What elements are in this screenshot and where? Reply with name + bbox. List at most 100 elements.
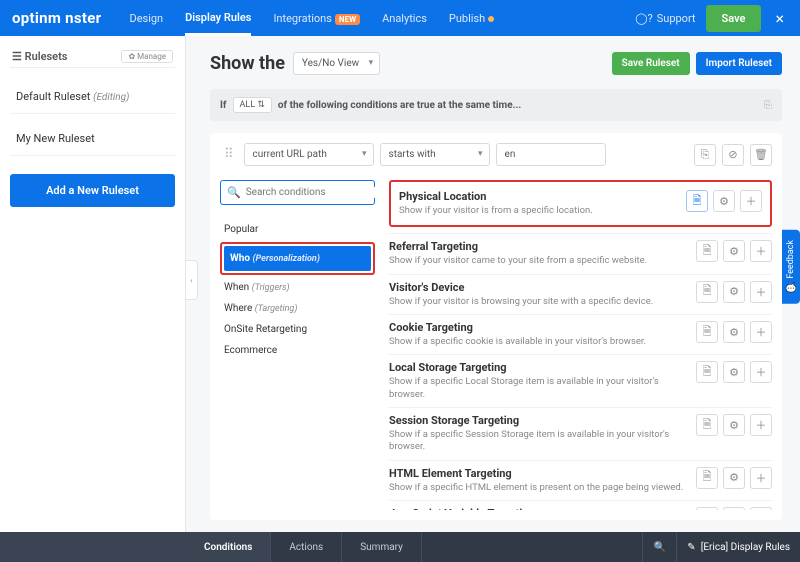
rule-row: ⠿ current URL path starts with en ⎘ ⊘ 🗑 <box>220 143 772 166</box>
search-conditions[interactable]: 🔍 <box>220 180 375 205</box>
manage-button[interactable]: ✿ Manage <box>121 50 173 63</box>
if-text: of the following conditions are true at … <box>278 100 521 111</box>
condition-title: Referral Targeting <box>389 240 688 253</box>
add-icon[interactable]: ＋ <box>750 467 772 489</box>
top-navigation: optinm nster Design Display Rules Integr… <box>0 0 800 36</box>
condition-item[interactable]: Session Storage Targeting Show if a speci… <box>389 407 772 460</box>
add-ruleset-button[interactable]: Add a New Ruleset <box>10 174 175 207</box>
condition-desc: Show if your visitor came to your site f… <box>389 255 688 267</box>
feedback-tab[interactable]: 💬Feedback <box>782 230 800 304</box>
docs-icon[interactable]: 🗎 <box>696 507 718 510</box>
chat-icon: 💬 <box>786 283 796 294</box>
gear-icon[interactable]: ⚙ <box>723 467 745 489</box>
if-label: If <box>220 100 227 111</box>
copy-group-icon[interactable]: ⎘ <box>764 100 772 111</box>
category-who[interactable]: Who (Personalization) <box>224 246 371 271</box>
condition-title: Cookie Targeting <box>389 321 688 334</box>
bottom-tab-summary[interactable]: Summary <box>342 532 422 562</box>
all-any-toggle[interactable]: ALL ⇅ <box>233 97 272 113</box>
rule-field-select[interactable]: current URL path <box>244 143 374 166</box>
ruleset-item-new[interactable]: My New Ruleset <box>10 122 175 156</box>
search-input[interactable] <box>246 187 379 198</box>
gear-icon[interactable]: ⚙ <box>723 281 745 303</box>
bottom-tab-actions[interactable]: Actions <box>271 532 342 562</box>
drag-handle-icon[interactable]: ⠿ <box>220 147 238 162</box>
close-icon[interactable]: × <box>771 9 788 28</box>
rule-op-select[interactable]: starts with <box>380 143 490 166</box>
docs-icon[interactable]: 🗎 <box>696 414 718 436</box>
condition-title: Visitor's Device <box>389 281 688 294</box>
docs-icon[interactable]: 🗎 <box>686 190 708 212</box>
pencil-icon: ✎ <box>687 542 695 553</box>
docs-icon[interactable]: 🗎 <box>696 281 718 303</box>
condition-desc: Show if a specific Session Storage item … <box>389 429 688 454</box>
bottom-info[interactable]: ✎[Erica] Display Rules <box>676 532 800 562</box>
add-icon[interactable]: ＋ <box>750 414 772 436</box>
ruleset-item-default[interactable]: Default Ruleset (Editing) <box>10 80 175 114</box>
save-ruleset-button[interactable]: Save Ruleset <box>612 52 690 75</box>
condition-item[interactable]: Physical Location Show if your visitor is… <box>389 180 772 227</box>
docs-icon[interactable]: 🗎 <box>696 467 718 489</box>
bottom-bar: Conditions Actions Summary 🔍 ✎[Erica] Di… <box>0 532 800 562</box>
condition-item[interactable]: Cookie Targeting Show if a specific cooki… <box>389 314 772 354</box>
save-button[interactable]: Save <box>706 5 762 32</box>
category-onsite[interactable]: OnSite Retargeting <box>220 319 375 340</box>
condition-title: Local Storage Targeting <box>389 361 688 374</box>
condition-title: JavaScript Variable Targeting <box>389 507 688 510</box>
tab-publish[interactable]: Publish <box>449 12 494 25</box>
gear-icon[interactable]: ⚙ <box>723 414 745 436</box>
condition-item[interactable]: Local Storage Targeting Show if a specifi… <box>389 354 772 407</box>
conditions-list: Physical Location Show if your visitor is… <box>389 180 772 510</box>
condition-item[interactable]: Referral Targeting Show if your visitor c… <box>389 233 772 273</box>
add-icon[interactable]: ＋ <box>750 507 772 510</box>
category-when[interactable]: When (Triggers) <box>220 277 375 298</box>
highlight-who: Who (Personalization) <box>220 242 375 275</box>
tab-design[interactable]: Design <box>129 12 163 25</box>
tab-display-rules[interactable]: Display Rules <box>185 11 251 36</box>
docs-icon[interactable]: 🗎 <box>696 321 718 343</box>
gear-icon[interactable]: ⚙ <box>723 240 745 262</box>
gear-icon[interactable]: ⚙ <box>723 361 745 383</box>
main-content: Show the Yes/No View Save Ruleset Import… <box>186 36 800 532</box>
category-where[interactable]: Where (Targeting) <box>220 298 375 319</box>
rule-value-input[interactable]: en <box>496 143 606 166</box>
search-bottom-icon[interactable]: 🔍 <box>642 532 676 562</box>
condition-title: Session Storage Targeting <box>389 414 688 427</box>
add-icon[interactable]: ＋ <box>750 281 772 303</box>
condition-item[interactable]: JavaScript Variable TargetingShow if a s… <box>389 500 772 510</box>
gear-icon[interactable]: ⚙ <box>713 190 735 212</box>
add-icon[interactable]: ＋ <box>750 240 772 262</box>
docs-icon[interactable]: 🗎 <box>696 361 718 383</box>
gear-icon[interactable]: ⚙ <box>723 321 745 343</box>
sidebar-title: ☰ Rulesets <box>12 50 67 63</box>
condition-desc: Show if a specific cookie is available i… <box>389 336 688 348</box>
publish-dot-icon <box>488 16 494 22</box>
category-popular[interactable]: Popular <box>220 219 375 240</box>
support-link[interactable]: ◯?Support <box>635 12 695 25</box>
page-title: Show the <box>210 53 285 74</box>
add-icon[interactable]: ＋ <box>740 190 762 212</box>
category-ecommerce[interactable]: Ecommerce <box>220 340 375 361</box>
duplicate-rule-icon[interactable]: ⎘ <box>694 144 716 166</box>
help-icon: ◯? <box>635 12 653 25</box>
disable-rule-icon[interactable]: ⊘ <box>722 144 744 166</box>
condition-title: Physical Location <box>399 190 678 203</box>
bottom-tab-conditions[interactable]: Conditions <box>186 532 271 562</box>
condition-title: HTML Element Targeting <box>389 467 688 480</box>
gear-icon[interactable]: ⚙ <box>723 507 745 510</box>
import-ruleset-button[interactable]: Import Ruleset <box>696 52 782 75</box>
tab-integrations[interactable]: IntegrationsNEW <box>273 12 360 25</box>
condition-categories: 🔍 Popular Who (Personalization) When (Tr… <box>220 180 375 510</box>
add-icon[interactable]: ＋ <box>750 361 772 383</box>
delete-rule-icon[interactable]: 🗑 <box>750 144 772 166</box>
docs-icon[interactable]: 🗎 <box>696 240 718 262</box>
view-select[interactable]: Yes/No View <box>293 52 380 75</box>
condition-item[interactable]: HTML Element TargetingShow if a specific… <box>389 460 772 500</box>
add-icon[interactable]: ＋ <box>750 321 772 343</box>
condition-desc: Show if your visitor is from a specific … <box>399 205 678 217</box>
tab-analytics[interactable]: Analytics <box>382 12 427 25</box>
condition-desc: Show if a specific Local Storage item is… <box>389 376 688 401</box>
condition-group-bar: If ALL ⇅ of the following conditions are… <box>210 89 782 121</box>
search-icon: 🔍 <box>227 186 241 199</box>
condition-item[interactable]: Visitor's DeviceShow if your visitor is … <box>389 274 772 314</box>
